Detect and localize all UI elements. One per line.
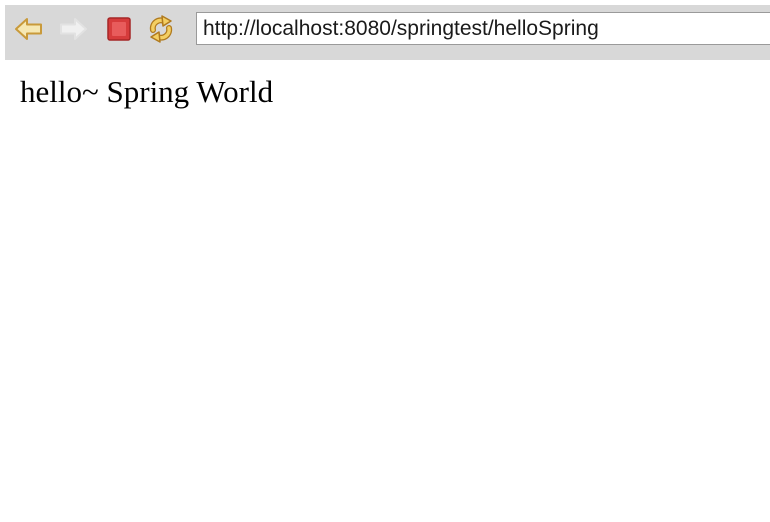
stop-icon (106, 16, 132, 42)
url-input[interactable] (197, 13, 770, 44)
refresh-icon (145, 13, 177, 45)
forward-button[interactable] (57, 13, 89, 45)
refresh-button[interactable] (145, 13, 177, 45)
forward-arrow-icon (58, 16, 88, 42)
browser-toolbar (5, 5, 770, 60)
page-content: hello~ Spring World (20, 74, 273, 110)
page-body-text: hello~ Spring World (20, 74, 274, 109)
stop-button[interactable] (103, 13, 135, 45)
address-bar[interactable] (196, 12, 770, 45)
browser-window: hello~ Spring World (0, 0, 770, 522)
back-button[interactable] (13, 13, 45, 45)
back-arrow-icon (14, 16, 44, 42)
